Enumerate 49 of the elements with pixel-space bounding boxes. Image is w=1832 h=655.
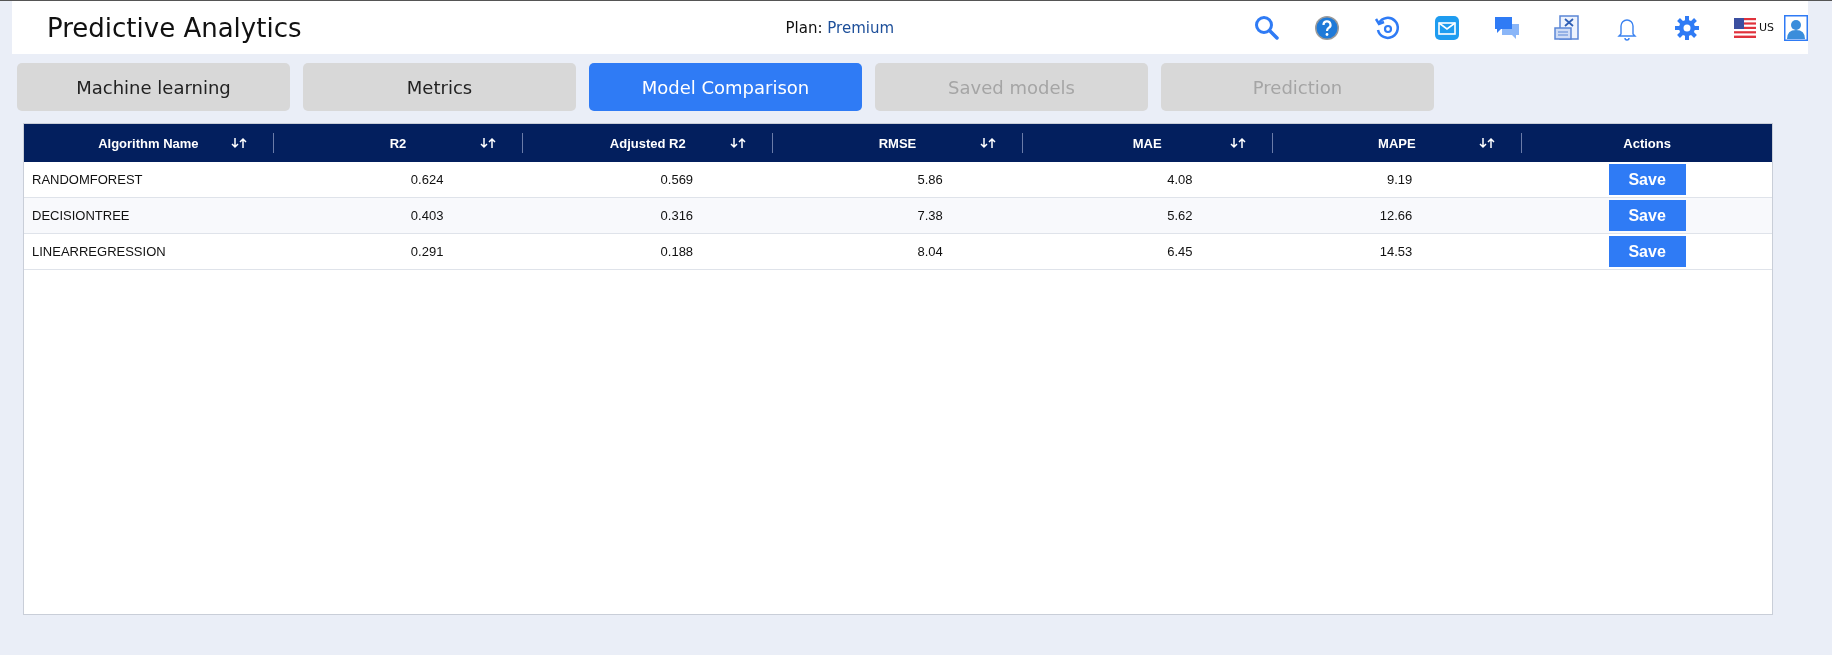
column-header[interactable]: Adjusted R2 — [609, 135, 686, 151]
column-header[interactable]: RMSE — [878, 135, 917, 151]
table-cell: 0.569 — [523, 162, 774, 198]
flag-icon — [1733, 17, 1756, 38]
table-cell: 12.66 — [1272, 197, 1523, 234]
column-header[interactable]: R2 — [389, 135, 407, 151]
table-cell: 0.316 — [523, 197, 774, 234]
sort-icon[interactable] — [979, 137, 996, 149]
table-cell: 5.86 — [773, 162, 1023, 198]
help-icon[interactable] — [1313, 14, 1340, 41]
tab[interactable]: Model Comparison — [589, 63, 862, 111]
settings-icon[interactable] — [1673, 14, 1700, 41]
chat-icon[interactable] — [1493, 14, 1520, 41]
app-title: Predictive Analytics — [47, 12, 303, 43]
table-cell: 0.624 — [273, 162, 524, 198]
table-cell: 0.188 — [523, 233, 774, 270]
plan-label: Plan: Premium — [785, 18, 896, 37]
table-cell: 7.38 — [773, 197, 1023, 234]
table-cell: RANDOMFOREST — [24, 162, 274, 198]
table-cell: 0.403 — [273, 197, 524, 234]
table-cell: 9.19 — [1272, 162, 1523, 198]
table-cell: 6.45 — [1022, 233, 1273, 270]
history-icon[interactable] — [1373, 14, 1400, 41]
mail-icon[interactable] — [1433, 14, 1460, 41]
document-close-icon[interactable] — [1553, 14, 1580, 41]
sort-icon[interactable] — [1479, 137, 1496, 149]
language-selector[interactable]: US — [1733, 17, 1774, 38]
sort-icon[interactable] — [730, 137, 747, 149]
user-avatar-icon[interactable] — [1784, 14, 1808, 41]
table-cell: 4.08 — [1022, 162, 1273, 198]
sort-icon[interactable] — [230, 137, 247, 149]
save-button[interactable]: Save — [1608, 200, 1686, 231]
column-header[interactable]: MAPE — [1378, 135, 1416, 151]
search-icon[interactable] — [1253, 14, 1280, 41]
save-button[interactable]: Save — [1608, 236, 1686, 267]
tab[interactable]: Metrics — [303, 63, 576, 111]
sort-icon[interactable] — [480, 137, 497, 149]
table-cell: 8.04 — [773, 233, 1023, 270]
table-cell: 5.62 — [1022, 197, 1273, 234]
tab[interactable]: Machine learning — [17, 63, 290, 111]
save-button[interactable]: Save — [1608, 164, 1686, 195]
table-cell: DECISIONTREE — [24, 197, 274, 234]
table-cell: 0.291 — [273, 233, 524, 270]
table-cell: LINEARREGRESSION — [24, 233, 274, 270]
table-cell: 14.53 — [1272, 233, 1523, 270]
column-header[interactable]: MAE — [1132, 135, 1162, 151]
sort-icon[interactable] — [1229, 137, 1246, 149]
column-header[interactable]: Algorithm Name — [98, 135, 199, 151]
column-header[interactable]: Actions — [1623, 135, 1671, 151]
